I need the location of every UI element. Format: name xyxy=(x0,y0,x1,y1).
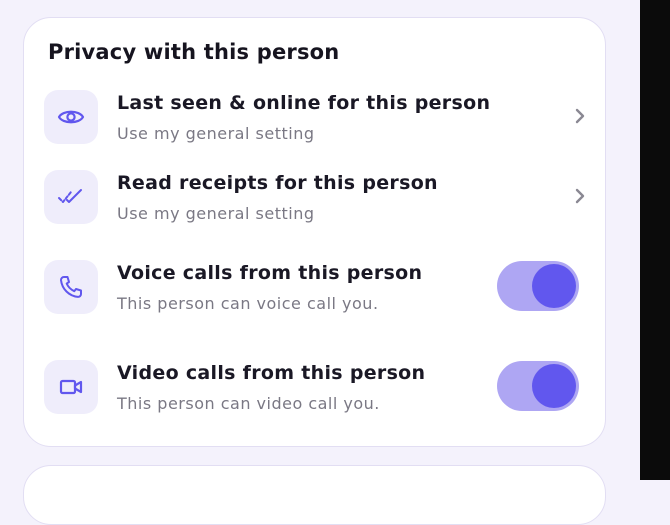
privacy-card: Privacy with this person Last seen & onl… xyxy=(23,17,606,447)
adjacent-window-edge xyxy=(640,0,670,480)
eye-icon xyxy=(44,90,98,144)
voice-calls-subtitle: This person can voice call you. xyxy=(117,294,379,313)
toggle-knob xyxy=(532,364,576,408)
last-seen-title: Last seen & online for this person xyxy=(117,92,491,114)
video-calls-toggle[interactable] xyxy=(497,361,579,411)
read-receipts-title: Read receipts for this person xyxy=(117,172,438,194)
chevron-right-icon xyxy=(575,108,585,124)
read-receipts-subtitle: Use my general setting xyxy=(117,204,315,223)
video-camera-icon xyxy=(44,360,98,414)
last-seen-row[interactable]: Last seen & online for this person Use m… xyxy=(44,88,589,148)
voice-calls-toggle[interactable] xyxy=(497,261,579,311)
video-calls-title: Video calls from this person xyxy=(117,362,426,384)
double-check-icon xyxy=(44,170,98,224)
section-title: Privacy with this person xyxy=(48,40,340,64)
next-card xyxy=(23,465,606,525)
chevron-right-icon xyxy=(575,188,585,204)
voice-calls-title: Voice calls from this person xyxy=(117,262,423,284)
toggle-knob xyxy=(532,264,576,308)
phone-icon xyxy=(44,260,98,314)
last-seen-subtitle: Use my general setting xyxy=(117,124,315,143)
video-calls-subtitle: This person can video call you. xyxy=(117,394,380,413)
read-receipts-row[interactable]: Read receipts for this person Use my gen… xyxy=(44,168,589,228)
voice-calls-row: Voice calls from this person This person… xyxy=(44,258,589,318)
video-calls-row: Video calls from this person This person… xyxy=(44,358,589,418)
